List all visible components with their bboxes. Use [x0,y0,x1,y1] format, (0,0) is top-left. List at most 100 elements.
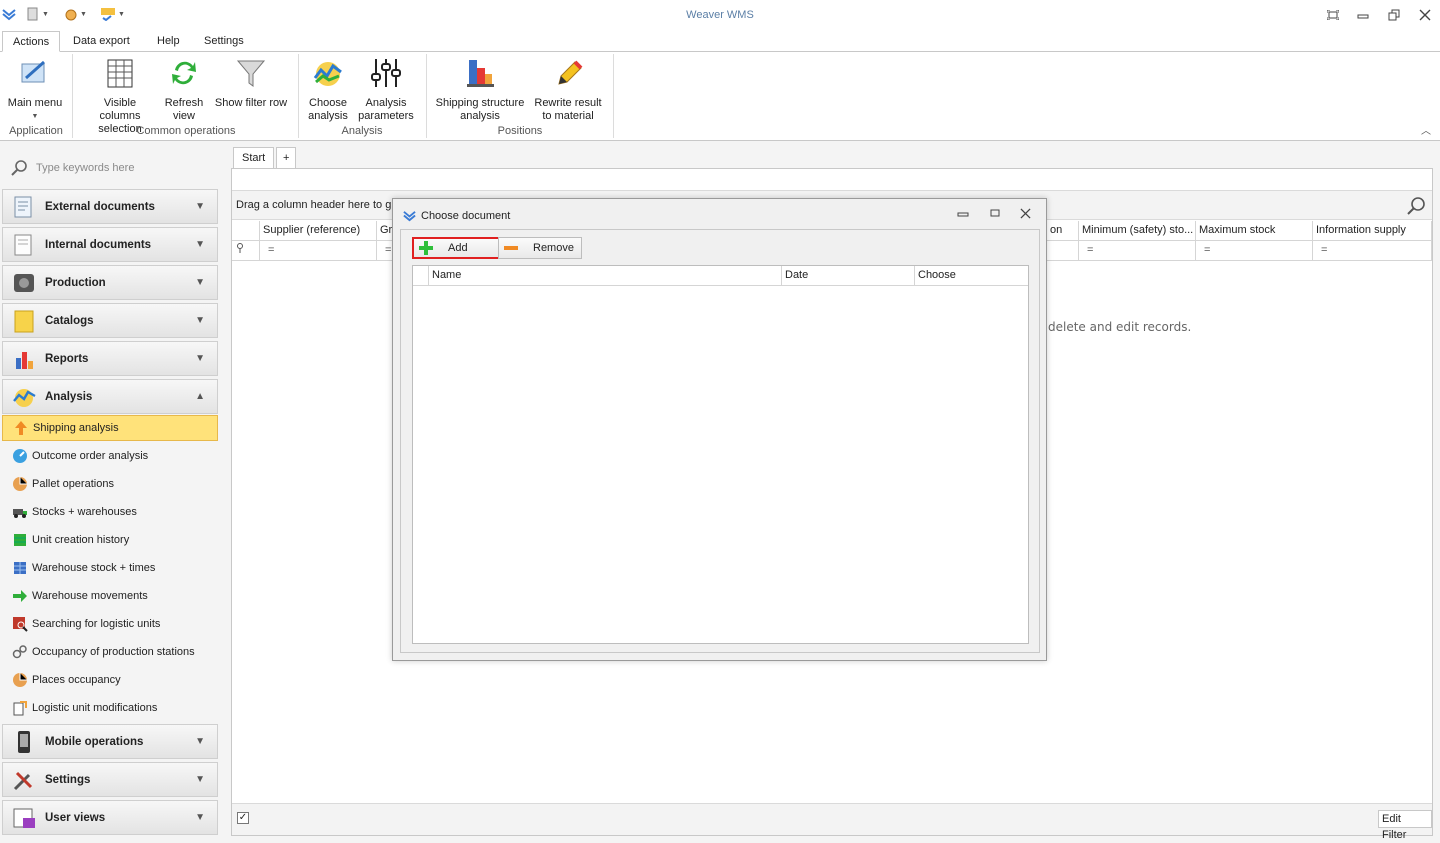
app-logo-icon [403,211,416,222]
sidebar-group-label: Production [45,276,106,289]
sidebar-item-warehouse-stock-times[interactable]: Warehouse stock + times [2,555,218,581]
column-header-maximum-stock[interactable]: Maximum stock [1196,221,1313,241]
search-box-icon [13,617,28,632]
sidebar-item-searching-logistic-units[interactable]: Searching for logistic units [2,611,218,637]
add-tab-button[interactable]: + [276,147,297,169]
minimize-icon[interactable] [955,208,971,222]
column-header-information-supply[interactable]: Information supply [1313,221,1432,241]
add-button-label: Add [448,242,468,254]
collapse-ribbon-icon[interactable]: ︿ [1421,122,1431,137]
column-header-on[interactable]: on [1047,221,1079,241]
reports-icon [16,351,33,369]
pie-icon [13,673,27,687]
chevron-down-icon: ▼ [195,812,205,823]
column-header-date[interactable]: Date [782,266,915,286]
sidebar-item-pallet-operations[interactable]: Pallet operations [2,471,218,497]
visible-columns-button[interactable]: Visible columns selection [82,56,158,136]
search-icon[interactable] [1406,196,1426,216]
sidebar-item-places-occupancy[interactable]: Places occupancy [2,667,218,693]
title-bar: ▼ ▼ ▼ Weaver WMS [0,0,1440,30]
chevron-down-icon: ▼ [195,774,205,785]
group-positions-label: Positions [497,125,543,137]
restore-icon[interactable] [1385,7,1403,23]
green-grid-icon [14,534,26,546]
pencil-icon [558,60,583,85]
visible-columns-label: Visible columns [99,97,141,122]
group-common-label: Common operations [136,125,236,137]
table-columns-icon [107,59,133,88]
document-grid: Name Date Choose [412,265,1029,644]
choose-analysis-button[interactable]: Choose analysis [304,56,352,123]
main-menu-icon [21,60,45,83]
close-icon[interactable] [1416,7,1434,23]
edit-filter-button[interactable]: Edit Filter [1378,810,1432,841]
arrow-up-icon [15,421,27,435]
tab-help[interactable]: Help [147,31,190,52]
empty-grid-hint: delete and edit records. [1048,320,1192,334]
tab-start[interactable]: Start [233,147,275,169]
blue-grid-icon [14,562,26,574]
column-header-choose[interactable]: Choose [915,266,1028,286]
sidebar-search[interactable]: Type keywords here [10,158,220,178]
tab-data-export[interactable]: Data export [63,31,140,52]
sidebar-item-unit-creation-history[interactable]: Unit creation history [2,527,218,553]
sidebar-group-internal-documents[interactable]: Internal documents ▼ [2,227,218,262]
main-menu-button[interactable]: Main menu ▼ [4,56,66,123]
analysis-parameters-button[interactable]: Analysis parameters [356,56,416,123]
sidebar-group-external-documents[interactable]: External documents ▼ [2,189,218,224]
refresh-view-button[interactable]: Refresh view [160,56,208,123]
sidebar-group-mobile-operations[interactable]: Mobile operations ▼ [2,724,218,759]
sidebar-item-label: Shipping analysis [33,422,119,434]
filter-row-indicator [232,241,260,261]
filter-cell-maximum-stock[interactable]: = [1196,241,1313,261]
sidebar-item-warehouse-movements[interactable]: Warehouse movements [2,583,218,609]
filter-cell-on[interactable] [1047,241,1079,261]
show-filter-row-button[interactable]: Show filter row [212,56,290,110]
chevron-down-icon: ▼ [195,277,205,288]
sidebar-group-analysis[interactable]: Analysis ▲ [2,379,218,414]
sidebar-item-shipping-analysis[interactable]: Shipping analysis [2,415,218,441]
sidebar-item-occupancy-production-stations[interactable]: Occupancy of production stations [2,639,218,665]
add-button[interactable]: Add [412,237,500,259]
dialog-title-bar: Choose document [403,209,510,222]
sidebar-group-reports[interactable]: Reports ▼ [2,341,218,376]
sidebar-item-outcome-order-analysis[interactable]: Outcome order analysis [2,443,218,469]
sidebar-group-user-views[interactable]: User views ▼ [2,800,218,835]
sidebar-group-label: Catalogs [45,314,94,327]
analysis-parameters-label-2: parameters [358,110,414,122]
window-title: Weaver WMS [686,9,754,21]
shipping-structure-label-2: analysis [460,110,500,122]
search-input[interactable]: Type keywords here [36,162,134,174]
filter-cell-information-supply[interactable]: = [1313,241,1432,261]
rewrite-result-button[interactable]: Rewrite result to material [530,56,606,123]
column-header-name[interactable]: Name [429,266,782,286]
truck-icon [13,509,27,518]
minimize-icon[interactable] [1354,7,1372,23]
close-icon[interactable] [1017,208,1033,222]
filter-enabled-checkbox[interactable]: ✓ [237,812,249,824]
sidebar-group-label: Reports [45,352,89,365]
fullscreen-icon[interactable] [1324,7,1342,23]
tab-actions[interactable]: Actions [2,31,61,52]
sidebar-group-catalogs[interactable]: Catalogs ▼ [2,303,218,338]
pallet-icon [13,477,27,491]
chevron-down-icon: ▼ [195,353,205,364]
sidebar-item-logistic-unit-modifications[interactable]: Logistic unit modifications [2,695,218,721]
sidebar-group-production[interactable]: Production ▼ [2,265,218,300]
remove-button[interactable]: Remove [498,237,582,259]
shipping-structure-analysis-button[interactable]: Shipping structure analysis [434,56,526,123]
filter-cell-supplier[interactable]: = [260,241,377,261]
tab-settings[interactable]: Settings [194,31,254,52]
maximize-icon[interactable] [987,208,1003,222]
search-icon [11,160,27,176]
chevron-down-icon: ▼ [195,315,205,326]
sidebar-item-stocks-warehouses[interactable]: Stocks + warehouses [2,499,218,525]
sidebar-group-settings[interactable]: Settings ▼ [2,762,218,797]
sidebar-group-label: Settings [45,773,91,786]
column-header-supplier[interactable]: Supplier (reference) [260,221,377,241]
choose-document-dialog: Choose document Add Remove Name Date Cho… [392,198,1047,661]
status-bar: ✓ Edit Filter [232,803,1432,841]
column-header-minimum-stock[interactable]: Minimum (safety) sto... [1079,221,1196,241]
filter-cell-minimum-stock[interactable]: = [1079,241,1196,261]
mobile-icon [18,730,30,753]
